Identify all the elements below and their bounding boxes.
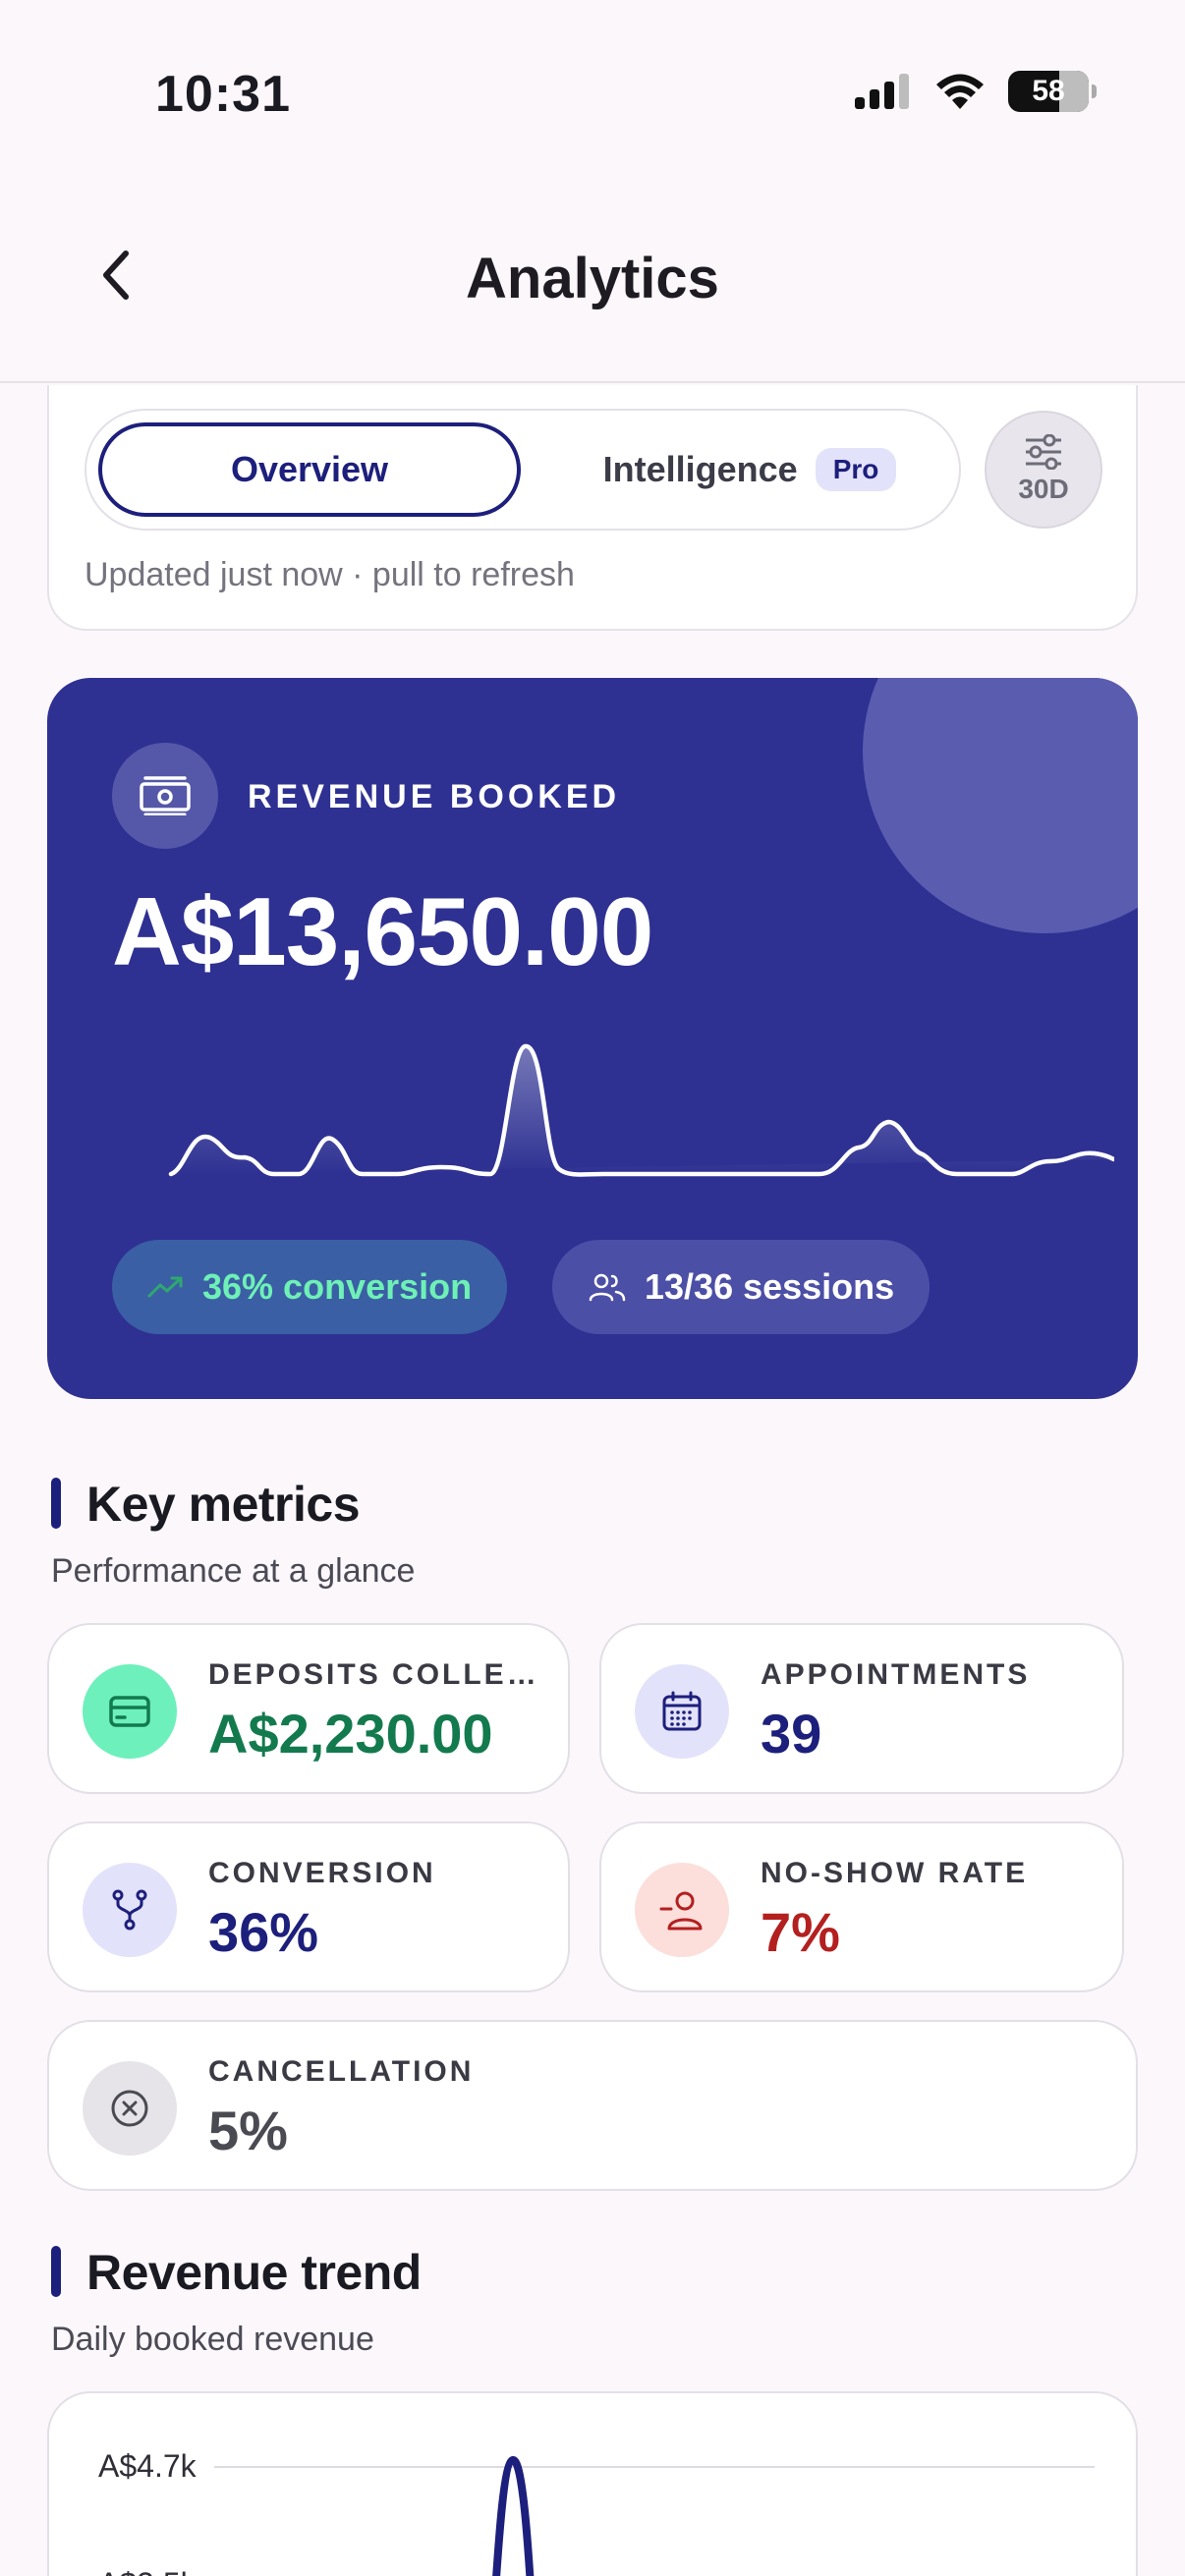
metric-label: CONVERSION xyxy=(208,1857,436,1889)
section-accent-bar xyxy=(51,1478,61,1529)
trending-up-icon xyxy=(147,1276,183,1298)
metric-card-deposits[interactable]: DEPOSITS COLLE… A$2,230.00 xyxy=(47,1623,570,1794)
revenue-value: A$13,650.00 xyxy=(112,877,653,985)
users-icon xyxy=(589,1273,626,1302)
revenue-trend-chart-card[interactable]: A$4.7k A$3.5k xyxy=(47,2391,1138,2576)
status-icons: 58 xyxy=(853,71,1097,112)
revenue-sparkline xyxy=(168,1043,1114,1177)
decorative-circle xyxy=(863,678,1138,933)
segmented-control: Overview Intelligence Pro xyxy=(85,409,961,531)
status-bar: 10:31 58 xyxy=(0,0,1185,187)
conversion-chip-label: 36% conversion xyxy=(202,1266,473,1307)
metric-value: 36% xyxy=(208,1901,319,1963)
revenue-trend-title: Revenue trend xyxy=(86,2245,422,2300)
page-title: Analytics xyxy=(466,247,719,310)
calendar-icon xyxy=(635,1664,729,1759)
status-time: 10:31 xyxy=(155,66,291,123)
revenue-label: REVENUE BOOKED xyxy=(248,778,621,815)
revenue-hero-card[interactable]: REVENUE BOOKED A$13,650.00 36% conversio… xyxy=(47,678,1138,1399)
wifi-icon xyxy=(936,74,984,109)
cash-icon xyxy=(112,743,218,849)
sessions-chip-label: 13/36 sessions xyxy=(645,1266,895,1307)
battery-level: 58 xyxy=(1032,75,1065,107)
segment-card: Overview Intelligence Pro 30D Updated ju… xyxy=(47,385,1138,631)
date-range-filter-button[interactable]: 30D xyxy=(985,411,1102,529)
credit-card-icon xyxy=(83,1664,177,1759)
tab-overview[interactable]: Overview xyxy=(98,422,521,517)
metric-label: CANCELLATION xyxy=(208,2055,475,2088)
tab-intelligence[interactable]: Intelligence Pro xyxy=(558,422,941,517)
metric-card-appointments[interactable]: APPOINTMENTS 39 xyxy=(599,1623,1124,1794)
revenue-trend-subtitle: Daily booked revenue xyxy=(51,2321,374,2358)
section-accent-bar xyxy=(51,2246,61,2297)
signal-icon xyxy=(855,74,909,109)
metric-label: NO-SHOW RATE xyxy=(761,1857,1029,1889)
date-range-label: 30D xyxy=(1018,474,1069,504)
metric-value: 39 xyxy=(761,1703,822,1764)
sessions-chip: 13/36 sessions xyxy=(552,1240,931,1334)
key-metrics-subtitle: Performance at a glance xyxy=(51,1552,416,1590)
metric-value: 5% xyxy=(208,2100,288,2161)
fork-icon xyxy=(83,1863,177,1957)
metric-card-conversion[interactable]: CONVERSION 36% xyxy=(47,1821,570,1992)
updated-status: Updated just now · pull to refresh xyxy=(85,556,575,593)
key-metrics-title: Key metrics xyxy=(86,1477,361,1532)
x-circle-icon xyxy=(83,2061,177,2156)
pro-badge: Pro xyxy=(815,448,897,491)
user-minus-icon xyxy=(635,1863,729,1957)
metric-label: DEPOSITS COLLE… xyxy=(208,1658,539,1691)
metric-card-no-show[interactable]: NO-SHOW RATE 7% xyxy=(599,1821,1124,1992)
battery-icon: 58 xyxy=(1008,71,1097,112)
metric-value: 7% xyxy=(761,1901,840,1963)
revenue-trend-line xyxy=(492,2455,535,2576)
metric-value: A$2,230.00 xyxy=(208,1703,493,1764)
metric-card-cancellation[interactable]: CANCELLATION 5% xyxy=(47,2020,1138,2191)
tab-intelligence-label: Intelligence xyxy=(602,449,798,489)
metric-label: APPOINTMENTS xyxy=(761,1658,1031,1691)
conversion-chip: 36% conversion xyxy=(112,1240,508,1334)
sliders-icon xyxy=(1026,434,1061,470)
nav-bar: Analytics xyxy=(0,187,1185,383)
